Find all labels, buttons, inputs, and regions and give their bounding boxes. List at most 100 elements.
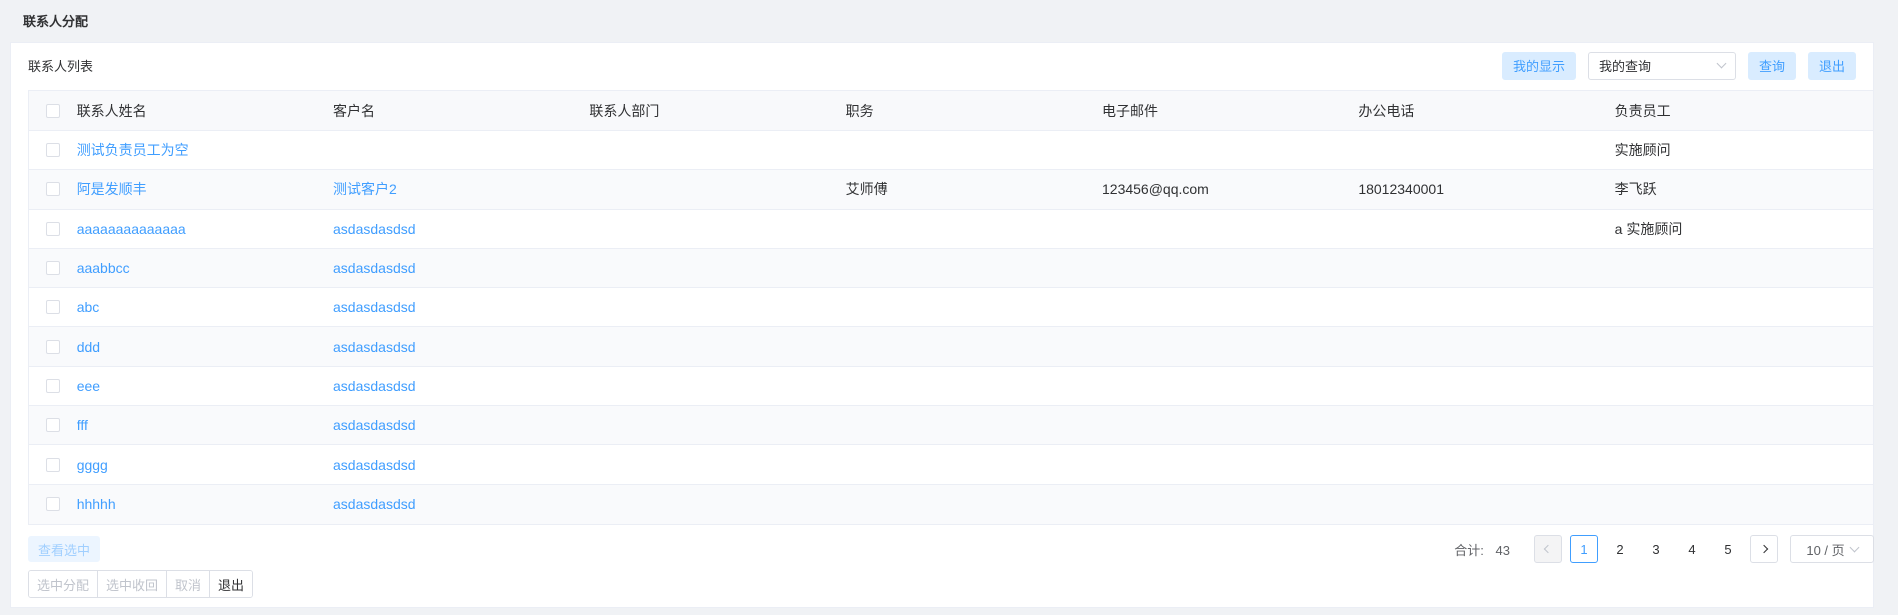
revoke-selected-button[interactable]: 选中收回 xyxy=(98,571,168,597)
cell-contact-name[interactable]: gggg xyxy=(77,457,333,473)
exit-button[interactable]: 退出 xyxy=(1807,51,1856,80)
cell-owner: a 实施顾问 xyxy=(1614,220,1683,237)
select-all-cell[interactable] xyxy=(29,103,77,118)
cell-contact-name[interactable]: eee xyxy=(77,378,333,394)
total-count: 43 xyxy=(1495,542,1510,558)
row-checkbox-cell[interactable] xyxy=(29,221,77,236)
row-checkbox-cell[interactable] xyxy=(29,143,77,158)
query-select[interactable]: 我的查询 xyxy=(1587,51,1736,80)
chevron-right-icon xyxy=(1759,544,1769,554)
page-1[interactable]: 1 xyxy=(1570,535,1598,563)
list-title: 联系人列表 xyxy=(28,59,94,74)
contact-table: 联系人姓名 客户名 联系人部门 职务 电子邮件 办公电话 负责员工 测试负责员工… xyxy=(28,90,1874,525)
cell-customer-name[interactable]: asdasdasdsd xyxy=(333,260,589,276)
row-checkbox-cell[interactable] xyxy=(29,182,77,197)
header-customer-name: 客户名 xyxy=(333,102,376,119)
page-2[interactable]: 2 xyxy=(1606,535,1634,563)
table-row: hhhhh asdasdasdsd xyxy=(29,484,1873,524)
cell-customer-name[interactable]: asdasdasdsd xyxy=(333,339,589,355)
row-checkbox-cell[interactable] xyxy=(29,378,77,393)
header-position: 职务 xyxy=(845,102,874,119)
table-row: aaaaaaaaaaaaaa asdasdasdsd a 实施顾问 xyxy=(29,210,1873,249)
row-checkbox[interactable] xyxy=(45,300,60,315)
assign-selected-button[interactable]: 选中分配 xyxy=(29,571,99,597)
cell-contact-name[interactable]: hhhhh xyxy=(77,496,333,512)
table-row: abc asdasdasdsd xyxy=(29,288,1873,328)
total-label: 合计: xyxy=(1454,542,1484,558)
cell-customer-name[interactable]: asdasdasdsd xyxy=(333,496,589,512)
table-header: 联系人姓名 客户名 联系人部门 职务 电子邮件 办公电话 负责员工 xyxy=(29,91,1873,131)
table-row: 测试负责员工为空 实施顾问 xyxy=(29,131,1873,171)
chevron-down-icon xyxy=(1849,542,1860,552)
page-title-text: 联系人分配 xyxy=(23,13,89,29)
header-email: 电子邮件 xyxy=(1102,102,1158,119)
search-button[interactable]: 查询 xyxy=(1747,51,1796,80)
chevron-left-icon xyxy=(1543,544,1553,554)
cancel-button[interactable]: 取消 xyxy=(167,571,211,597)
page-size-select[interactable]: 10 / 页 xyxy=(1790,535,1874,563)
cell-position: 艾师傅 xyxy=(845,181,888,198)
prev-page-button[interactable] xyxy=(1534,535,1562,563)
next-page-button[interactable] xyxy=(1750,535,1778,563)
header-department: 联系人部门 xyxy=(589,102,660,119)
row-checkbox[interactable] xyxy=(45,378,60,393)
row-checkbox[interactable] xyxy=(45,418,60,433)
cell-customer-name[interactable]: 测试客户2 xyxy=(333,179,589,199)
cell-owner: 李飞跃 xyxy=(1614,181,1657,198)
row-checkbox[interactable] xyxy=(45,497,60,512)
cell-customer-name[interactable]: asdasdasdsd xyxy=(333,417,589,433)
chevron-down-icon xyxy=(1716,58,1727,69)
cell-customer-name[interactable]: asdasdasdsd xyxy=(333,378,589,394)
row-checkbox-cell[interactable] xyxy=(29,339,77,354)
my-display-button[interactable]: 我的显示 xyxy=(1501,51,1576,80)
table-row: fff asdasdasdsd xyxy=(29,406,1873,446)
header-office-phone: 办公电话 xyxy=(1358,102,1415,119)
header-contact-name: 联系人姓名 xyxy=(76,102,147,119)
cell-contact-name[interactable]: 测试负责员工为空 xyxy=(77,140,333,160)
page-3[interactable]: 3 xyxy=(1642,535,1670,563)
row-checkbox-cell[interactable] xyxy=(29,261,77,276)
page-5[interactable]: 5 xyxy=(1714,535,1742,563)
view-selected-button[interactable]: 查看选中 xyxy=(28,536,101,562)
row-checkbox[interactable] xyxy=(45,457,60,472)
table-footer: 查看选中 合计: 43 1 2 3 4 5 10 / 页 xyxy=(28,534,1874,564)
cell-contact-name[interactable]: ddd xyxy=(77,339,333,355)
cell-contact-name[interactable]: 阿是发顺丰 xyxy=(77,179,333,199)
row-checkbox-cell[interactable] xyxy=(29,300,77,315)
table-row: 阿是发顺丰 测试客户2 艾师傅 123456@qq.com 18012340001 李飞跃 xyxy=(29,170,1873,210)
row-checkbox[interactable] xyxy=(45,261,60,276)
page-4[interactable]: 4 xyxy=(1678,535,1706,563)
cell-email: 123456@qq.com xyxy=(1102,181,1209,198)
cell-contact-name[interactable]: aaaaaaaaaaaaaa xyxy=(77,221,333,237)
cell-customer-name[interactable]: asdasdasdsd xyxy=(333,299,589,315)
cell-customer-name[interactable]: asdasdasdsd xyxy=(333,457,589,473)
row-checkbox[interactable] xyxy=(45,143,60,158)
row-checkbox[interactable] xyxy=(45,221,60,236)
row-checkbox-cell[interactable] xyxy=(29,497,77,512)
cell-customer-name[interactable]: asdasdasdsd xyxy=(333,221,589,237)
header-owner: 负责员工 xyxy=(1614,102,1671,119)
cell-contact-name[interactable]: aaabbcc xyxy=(77,260,333,276)
contact-list-panel: 联系人列表 我的显示 我的查询 查询 退出 联系人姓名 客户名 联系人部门 职务… xyxy=(10,42,1874,608)
table-row: gggg asdasdasdsd xyxy=(29,445,1873,485)
select-all-checkbox[interactable] xyxy=(45,103,60,118)
cell-office-phone: 18012340001 xyxy=(1358,181,1444,198)
row-checkbox-cell[interactable] xyxy=(29,457,77,472)
footer-exit-button[interactable]: 退出 xyxy=(210,571,253,597)
query-select-value: 我的查询 xyxy=(1598,59,1651,74)
pagination-total: 合计: 43 xyxy=(1454,540,1510,559)
row-checkbox-cell[interactable] xyxy=(29,418,77,433)
table-row: ddd asdasdasdsd xyxy=(29,327,1873,367)
row-checkbox[interactable] xyxy=(45,339,60,354)
cell-owner: 实施顾问 xyxy=(1614,142,1671,159)
table-row: eee asdasdasdsd xyxy=(29,367,1873,407)
cell-contact-name[interactable]: fff xyxy=(77,417,333,433)
page-size-value: 10 / 页 xyxy=(1806,542,1845,558)
pagination: 合计: 43 1 2 3 4 5 10 / 页 xyxy=(1454,535,1874,563)
row-checkbox[interactable] xyxy=(45,182,60,197)
table-row: aaabbcc asdasdasdsd xyxy=(29,248,1873,289)
page-title: 联系人分配 xyxy=(0,0,1898,40)
cell-contact-name[interactable]: abc xyxy=(77,299,333,315)
action-button-group: 选中分配 选中收回 取消 退出 xyxy=(28,570,254,598)
toolbar: 联系人列表 我的显示 我的查询 查询 退出 xyxy=(11,43,1873,88)
